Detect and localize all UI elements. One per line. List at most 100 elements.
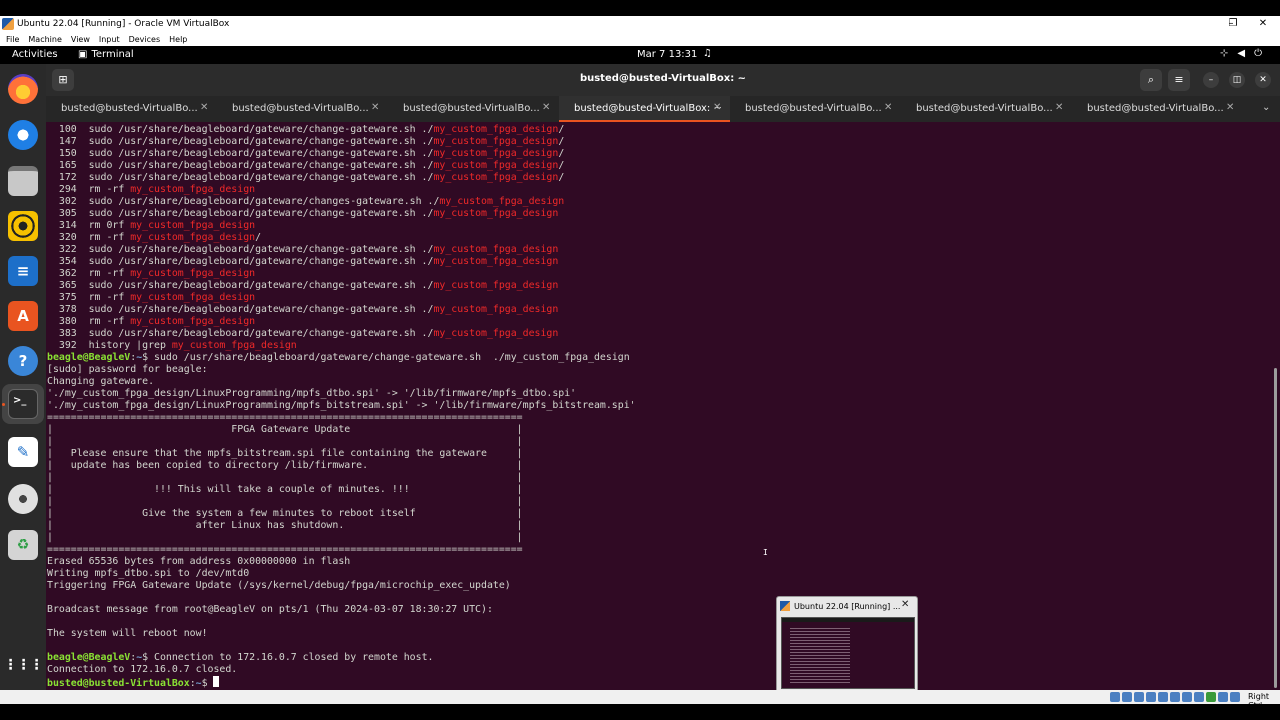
usb-icon[interactable]	[1158, 692, 1168, 702]
optical-drive-icon[interactable]	[1122, 692, 1132, 702]
close-icon[interactable]: ✕	[1248, 16, 1278, 32]
activities-button[interactable]: Activities	[12, 49, 58, 60]
tab-close-icon[interactable]: ✕	[1055, 102, 1063, 113]
terminal-tab[interactable]: busted@busted-VirtualBo... ✕	[217, 96, 388, 122]
terminal-text: $	[201, 678, 214, 689]
dvd-icon[interactable]	[8, 484, 38, 514]
terminal-tab-active[interactable]: busted@busted-VirtualBox: ~ ✕	[559, 96, 730, 122]
terminal-line: | after Linux has shutdown. |	[47, 520, 636, 532]
virtualbox-logo-icon	[780, 601, 790, 611]
show-apps-icon[interactable]: ⋮⋮⋮	[4, 650, 44, 680]
terminal-headerbar: ⊞ busted@busted-VirtualBox: ~ ⌕ ≡ – ◫ ✕	[46, 64, 1280, 96]
terminal-line: Connection to 172.16.0.7 closed.	[47, 664, 636, 676]
terminal-text: | update has been copied to directory /l…	[47, 460, 523, 471]
terminal-line: busted@busted-VirtualBox:~$	[47, 676, 636, 689]
help-icon[interactable]: ?	[8, 346, 38, 376]
system-tray[interactable]: ⊹ ◀ ⏻	[1220, 48, 1262, 59]
terminal-line: 172 sudo /usr/share/beagleboard/gateware…	[47, 172, 636, 184]
keyboard-icon[interactable]	[1230, 692, 1240, 702]
terminal-text: 383 sudo /usr/share/beagleboard/gateware…	[47, 328, 434, 339]
terminal-text: 150 sudo /usr/share/beagleboard/gateware…	[47, 148, 434, 159]
terminal-title: busted@busted-VirtualBox: ~	[579, 73, 747, 84]
terminal-text: | Give the system a few minutes to reboo…	[47, 508, 523, 519]
network-icon[interactable]	[1146, 692, 1156, 702]
terminal-line: ========================================…	[47, 544, 636, 556]
restore-icon[interactable]: ◫	[1229, 72, 1245, 88]
terminal-text: /	[558, 124, 565, 135]
terminal-tab[interactable]: busted@busted-VirtualBo... ✕	[901, 96, 1072, 122]
menu-view[interactable]: View	[71, 35, 90, 44]
files-icon[interactable]	[8, 166, 38, 196]
terminal-text: /	[558, 148, 565, 159]
maximize-icon[interactable]: ❐	[1218, 16, 1248, 32]
app-center-icon[interactable]: A	[8, 301, 38, 331]
shared-folder-icon[interactable]	[1170, 692, 1180, 702]
firefox-icon[interactable]	[8, 74, 38, 104]
menu-file[interactable]: File	[6, 35, 19, 44]
tab-close-icon[interactable]: ✕	[1226, 102, 1234, 113]
terminal-text: | |	[47, 532, 523, 543]
cpu-icon[interactable]	[1206, 692, 1216, 702]
mouse-integration-icon[interactable]	[1218, 692, 1228, 702]
terminal-tab[interactable]: busted@busted-VirtualBo... ✕	[730, 96, 901, 122]
trash-icon[interactable]: ♻	[8, 530, 38, 560]
tab-close-icon[interactable]: ✕	[884, 102, 892, 113]
tab-close-icon[interactable]: ✕	[713, 102, 721, 113]
terminal-lines: 100 sudo /usr/share/beagleboard/gateware…	[47, 124, 636, 689]
status-icons	[1110, 692, 1240, 702]
terminal-text: beagle@BeagleV	[47, 352, 131, 363]
terminal-text: 305 sudo /usr/share/beagleboard/gateware…	[47, 208, 434, 219]
terminal-text: /	[558, 172, 565, 183]
terminal-output[interactable]: 100 sudo /usr/share/beagleboard/gateware…	[46, 122, 1280, 690]
terminal-line: beagle@BeagleV:~$ sudo /usr/share/beagle…	[47, 352, 636, 364]
vbox-titlebar: Ubuntu 22.04 [Running] - Oracle VM Virtu…	[0, 16, 1280, 32]
tab-list-chevron-down-icon[interactable]: ⌄	[1262, 102, 1270, 113]
close-icon[interactable]: ✕	[1255, 72, 1271, 88]
recording-icon[interactable]	[1194, 692, 1204, 702]
clock[interactable]: Mar 7 13:31	[637, 49, 697, 60]
terminal-line: Writing mpfs_dtbo.spi to /dev/mtd0	[47, 568, 636, 580]
tab-label: busted@busted-VirtualBo...	[232, 103, 369, 114]
audio-icon[interactable]	[1134, 692, 1144, 702]
app-menu[interactable]: ▣ Terminal	[78, 49, 134, 60]
tab-close-icon[interactable]: ✕	[371, 102, 379, 113]
menu-input[interactable]: Input	[99, 35, 120, 44]
tab-close-icon[interactable]: ✕	[200, 102, 208, 113]
terminal-text: ========================================…	[47, 544, 523, 555]
virtualbox-logo-icon	[2, 18, 14, 30]
rhythmbox-icon[interactable]	[8, 211, 38, 241]
terminal-text: my_custom_fpga_design	[433, 160, 559, 171]
terminal-tab[interactable]: busted@busted-VirtualBo... ✕	[1072, 96, 1242, 122]
minimize-icon[interactable]: –	[1203, 72, 1219, 88]
preview-close-icon[interactable]: ✕	[901, 599, 909, 610]
terminal-text: Broadcast message from root@BeagleV on p…	[47, 604, 493, 615]
display-icon[interactable]	[1182, 692, 1192, 702]
terminal-text: 380 rm -rf	[47, 316, 131, 327]
search-icon[interactable]: ⌕	[1140, 69, 1162, 91]
running-indicator	[2, 403, 5, 406]
terminal-line: './my_custom_fpga_design/LinuxProgrammin…	[47, 400, 636, 412]
terminal-tab[interactable]: busted@busted-VirtualBo... ✕	[46, 96, 217, 122]
writer-icon[interactable]: ≡	[8, 256, 38, 286]
menu-help[interactable]: Help	[169, 35, 187, 44]
terminal-text: | after Linux has shutdown. |	[47, 520, 523, 531]
taskbar-window-preview[interactable]: Ubuntu 22.04 [Running] ... ✕	[776, 596, 918, 694]
terminal-text: busted@busted-VirtualBox	[47, 678, 190, 689]
hdd-icon[interactable]	[1110, 692, 1120, 702]
thunderbird-icon[interactable]	[8, 120, 38, 150]
text-editor-icon[interactable]: ✎	[8, 437, 38, 467]
terminal-line: | Give the system a few minutes to reboo…	[47, 508, 636, 520]
terminal-text: /	[255, 232, 262, 243]
terminal-icon[interactable]: >_	[8, 389, 38, 419]
tab-label: busted@busted-VirtualBo...	[403, 103, 540, 114]
terminal-line: 150 sudo /usr/share/beagleboard/gateware…	[47, 148, 636, 160]
terminal-line: 375 rm -rf my_custom_fpga_design	[47, 292, 636, 304]
terminal-text: 165 sudo /usr/share/beagleboard/gateware…	[47, 160, 434, 171]
hamburger-menu-icon[interactable]: ≡	[1168, 69, 1190, 91]
terminal-scrollbar[interactable]	[1274, 368, 1277, 688]
terminal-tab[interactable]: busted@busted-VirtualBo... ✕	[388, 96, 559, 122]
tab-close-icon[interactable]: ✕	[542, 102, 550, 113]
terminal-line: 100 sudo /usr/share/beagleboard/gateware…	[47, 124, 636, 136]
menu-devices[interactable]: Devices	[129, 35, 161, 44]
menu-machine[interactable]: Machine	[28, 35, 62, 44]
